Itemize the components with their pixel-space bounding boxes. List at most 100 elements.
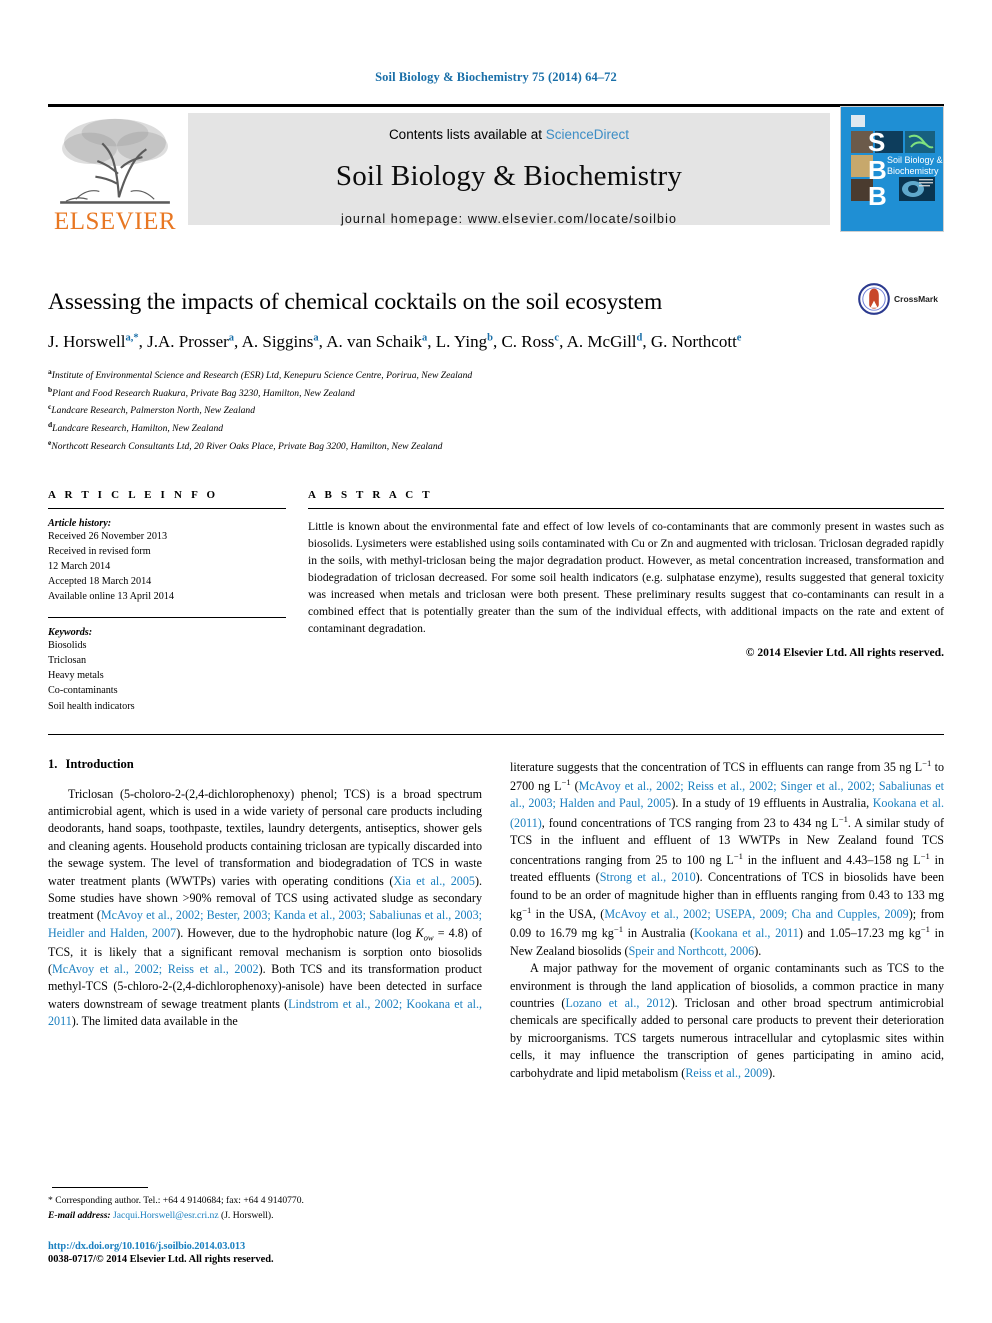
affiliation-text: Institute of Environmental Science and R… bbox=[51, 370, 473, 382]
journal-band: Contents lists available at ScienceDirec… bbox=[188, 113, 830, 226]
affiliation-item: aInstitute of Environmental Science and … bbox=[48, 366, 944, 384]
keyword-item: Triclosan bbox=[48, 655, 87, 667]
author-name: A. van Schaik bbox=[326, 331, 423, 351]
author-affiliation-mark: a bbox=[313, 332, 319, 344]
svg-text:S: S bbox=[868, 127, 885, 157]
journal-homepage-link[interactable]: journal homepage: www.elsevier.com/locat… bbox=[188, 212, 830, 226]
section-heading-introduction: 1. Introduction bbox=[48, 757, 482, 772]
keywords-lines: Biosolids Triclosan Heavy metals Co-contami… bbox=[48, 638, 286, 713]
issn-copyright: 0038-0717/© 2014 Elsevier Ltd. All right… bbox=[48, 1254, 274, 1265]
elsevier-tree-icon bbox=[60, 118, 170, 204]
author-affiliation-mark: e bbox=[736, 332, 742, 344]
citation-link[interactable]: Reiss et al., 2009 bbox=[685, 1066, 768, 1080]
affiliation-text: Northcott Research Consultants Ltd, 20 R… bbox=[51, 441, 443, 453]
elsevier-wordmark: ELSEVIER bbox=[53, 208, 177, 235]
body-column-right: literature suggests that the concentrati… bbox=[510, 757, 944, 1083]
body-text: in the influent and 4.43–158 ng L bbox=[742, 852, 921, 867]
author-name: C. Ross bbox=[501, 331, 555, 351]
sciencedirect-link[interactable]: ScienceDirect bbox=[546, 127, 629, 142]
article-info-column: A R T I C L E I N F O Article history: R… bbox=[48, 489, 286, 714]
affiliation-text: Landcare Research, Palmerston North, New… bbox=[51, 405, 256, 417]
body-text: in the USA, ( bbox=[531, 907, 605, 922]
author-affiliation-mark: d bbox=[636, 332, 643, 344]
body-text: ( bbox=[570, 779, 579, 794]
citation-link[interactable]: Xia et al., 2005 bbox=[393, 874, 475, 888]
contents-prefix: Contents lists available at bbox=[388, 127, 546, 142]
body-text: in Australia ( bbox=[623, 926, 695, 941]
journal-masthead: ELSEVIER Contents lists available at Sci… bbox=[48, 104, 944, 234]
keywords-label: Keywords: bbox=[48, 627, 93, 639]
subscript: ow bbox=[423, 932, 434, 943]
author-name: L. Ying bbox=[435, 331, 488, 351]
body-text: ). However, due to the hydrophobic natur… bbox=[176, 925, 416, 940]
svg-text:B: B bbox=[868, 181, 887, 211]
intro-paragraph-right-1: literature suggests that the concentrati… bbox=[510, 757, 944, 961]
superscript: −1 bbox=[922, 757, 932, 768]
body-separator-rule bbox=[48, 733, 944, 735]
section-title: Introduction bbox=[65, 756, 134, 771]
citation-link[interactable]: Speir and Northcott, 2006 bbox=[629, 944, 755, 958]
author-name: J. Horswell bbox=[48, 331, 126, 351]
email-owner: (J. Horswell). bbox=[221, 1209, 274, 1221]
citation-link[interactable]: Lozano et al., 2012 bbox=[565, 996, 670, 1010]
footnote-rule bbox=[52, 1187, 148, 1189]
elsevier-logo: ELSEVIER bbox=[48, 104, 182, 234]
corresponding-author-footnote: * Corresponding author. Tel.: +64 4 9140… bbox=[48, 1187, 482, 1223]
email-address-label: E-mail address: bbox=[48, 1209, 111, 1221]
affiliation-list: aInstitute of Environmental Science and … bbox=[48, 366, 944, 455]
section-number: 1. bbox=[48, 756, 58, 771]
author-list: J. Horswella,*, J.A. Prossera, A. Siggin… bbox=[48, 331, 742, 351]
abstract-column: A B S T R A C T Little is known about th… bbox=[308, 489, 944, 714]
affiliation-text: Landcare Research, Hamilton, New Zealand bbox=[52, 423, 224, 435]
body-text: , found concentrations of TCS ranging fr… bbox=[541, 815, 839, 830]
contents-available-line: Contents lists available at ScienceDirec… bbox=[188, 113, 830, 142]
superscript: −1 bbox=[561, 777, 571, 788]
intro-paragraph-left: Triclosan (5-choloro-2-(2,4-dichlorophen… bbox=[48, 786, 482, 1031]
superscript: −1 bbox=[733, 850, 743, 861]
citation-link[interactable]: Kookana et al., 2011 bbox=[694, 926, 799, 940]
body-text: Triclosan (5-choloro-2-(2,4-dichlorophen… bbox=[48, 786, 482, 888]
email-link[interactable]: Jacqui.Horswell@esr.cri.nz bbox=[113, 1210, 219, 1221]
citation-link[interactable]: Strong et al., 2010 bbox=[600, 870, 696, 884]
body-text: ). bbox=[768, 1065, 776, 1080]
article-history-label: Article history: bbox=[48, 517, 112, 529]
page-footer: http://dx.doi.org/10.1016/j.soilbio.2014… bbox=[48, 1241, 548, 1265]
masthead-top-rule bbox=[48, 104, 944, 107]
affiliation-item: bPlant and Food Research Ruakura, Privat… bbox=[48, 384, 944, 402]
crossmark-badge[interactable]: CrossMark bbox=[858, 283, 944, 315]
abstract-copyright: © 2014 Elsevier Ltd. All rights reserved… bbox=[745, 645, 944, 659]
abstract-heading: A B S T R A C T bbox=[308, 488, 433, 501]
citation-link[interactable]: McAvoy et al., 2002; Reiss et al., 2002 bbox=[52, 962, 259, 976]
body-text: ). The limited data available in the bbox=[71, 1014, 238, 1029]
author-affiliation-mark: a,* bbox=[125, 332, 139, 344]
body-text: ). In a study of 19 effluents in Austral… bbox=[671, 796, 873, 811]
keyword-item: Biosolids bbox=[48, 640, 87, 652]
abstract-text: Little is known about the environmental … bbox=[308, 519, 944, 635]
article-history-item: Accepted 18 March 2014 bbox=[48, 575, 152, 587]
svg-text:Biochemistry: Biochemistry bbox=[887, 166, 939, 176]
running-head: Soil Biology & Biochemistry 75 (2014) 64… bbox=[375, 70, 617, 84]
body-text: literature suggests that the concentrati… bbox=[510, 759, 923, 774]
keywords-rule bbox=[48, 617, 286, 619]
author-name: A. Siggins bbox=[241, 331, 314, 351]
superscript: −1 bbox=[613, 924, 624, 935]
article-history-item: 12 March 2014 bbox=[48, 560, 111, 572]
citation-link[interactable]: McAvoy et al., 2002; USEPA, 2009; Cha an… bbox=[604, 907, 908, 921]
svg-text:Soil Biology &: Soil Biology & bbox=[887, 155, 943, 165]
superscript: −1 bbox=[522, 904, 532, 915]
journal-cover-image: S B B Soil Biology & Biochemistry bbox=[840, 106, 944, 232]
article-history-item: Received 26 November 2013 bbox=[48, 530, 168, 542]
doi-link[interactable]: http://dx.doi.org/10.1016/j.soilbio.2014… bbox=[48, 1241, 548, 1252]
article-history-item: Available online 13 April 2014 bbox=[48, 591, 174, 603]
superscript: −1 bbox=[920, 924, 930, 935]
body-column-left: 1. Introduction Triclosan (5-choloro-2-(2… bbox=[48, 757, 482, 1083]
crossmark-icon bbox=[858, 283, 890, 315]
body-text: ) and 1.05–17.23 mg kg bbox=[798, 926, 921, 941]
article-info-heading: A R T I C L E I N F O bbox=[48, 488, 219, 501]
affiliation-text: Plant and Food Research Ruakura, Private… bbox=[52, 387, 355, 399]
author-affiliation-mark: b bbox=[487, 332, 493, 344]
info-abstract-block: A R T I C L E I N F O Article history: R… bbox=[48, 489, 944, 714]
title-block: CrossMark Assessing the impacts of chemi… bbox=[48, 283, 944, 455]
affiliation-item: dLandcare Research, Hamilton, New Zealan… bbox=[48, 419, 944, 437]
author-affiliation-mark: a bbox=[228, 332, 235, 344]
